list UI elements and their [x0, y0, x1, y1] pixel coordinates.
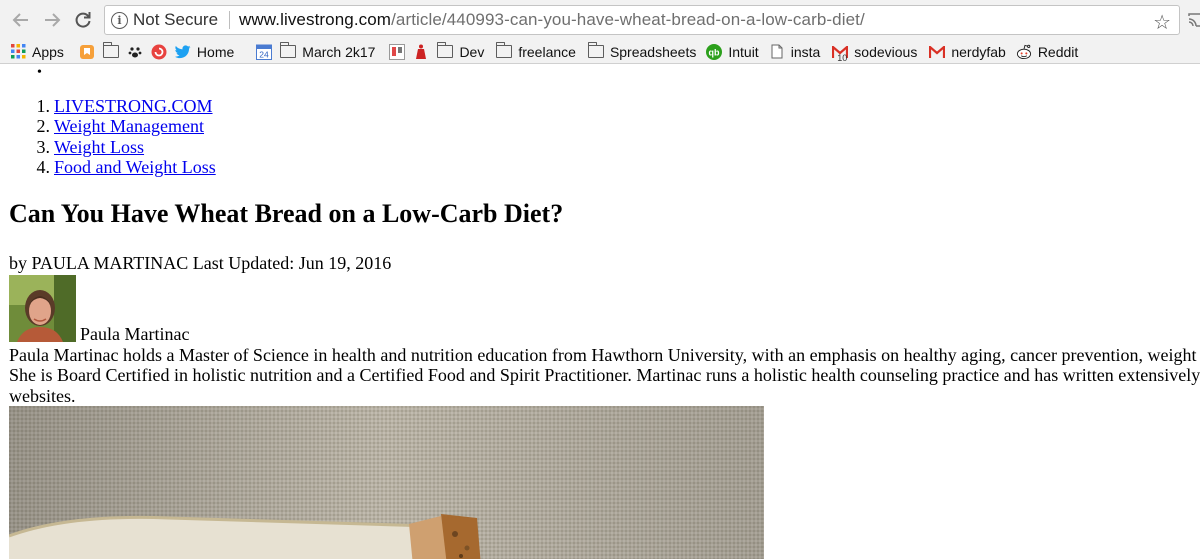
url-host: www.livestrong.com	[239, 10, 392, 29]
trello-icon	[389, 43, 406, 60]
bookmark-label: insta	[790, 43, 821, 60]
folder-icon	[495, 42, 513, 60]
bookmark-intuit[interactable]: qb Intuit	[706, 40, 759, 63]
bookmark-trello[interactable]	[389, 40, 406, 63]
folder-icon	[437, 42, 454, 60]
address-bar[interactable]: i Not Secure www.livestrong.com/article/…	[104, 5, 1180, 35]
security-indicator[interactable]: i Not Secure	[111, 5, 218, 35]
pocket-icon	[151, 44, 167, 60]
author-name: Paula Martinac	[80, 324, 190, 344]
forward-arrow-icon	[45, 13, 61, 27]
gmail-unread-badge: 10	[837, 52, 848, 63]
reddit-icon	[1016, 44, 1032, 60]
page-content: • 1. LIVESTRONG.COM 2. Weight Management 3…	[0, 65, 1200, 559]
svg-text:qb: qb	[709, 47, 720, 57]
bookmark-sodevious[interactable]: 10 sodevious	[832, 40, 918, 63]
folder-icon	[279, 42, 297, 60]
omnibox-divider	[229, 11, 231, 29]
quickbooks-icon: qb	[706, 43, 723, 60]
figure-icon	[413, 44, 429, 60]
bookmark-dev[interactable]: Dev	[437, 40, 485, 63]
apps-grid-icon	[10, 44, 26, 60]
breadcrumb-link-weight-management[interactable]: Weight Management	[54, 116, 204, 136]
bookmark-figure[interactable]	[413, 40, 429, 63]
bookmark-insta[interactable]: insta	[769, 40, 821, 63]
bookmark-reddit[interactable]: Reddit	[1016, 40, 1079, 63]
breadcrumb-number: 2.	[36, 116, 51, 137]
breadcrumb-number: 3.	[36, 136, 51, 157]
forward-button[interactable]	[41, 9, 63, 31]
calendar-icon: 24	[256, 44, 273, 60]
breadcrumb-number: 1.	[36, 96, 51, 116]
bookmark-calendar[interactable]: 24	[256, 40, 273, 63]
article-title: Can You Have Wheat Bread on a Low-Carb D…	[9, 199, 564, 228]
bookmark-march-2k17[interactable]: March 2k17	[279, 40, 376, 63]
back-arrow-icon	[12, 13, 28, 27]
folder-icon	[102, 42, 119, 60]
bookmark-label: sodevious	[854, 43, 918, 60]
gmail-icon: 10	[832, 44, 849, 63]
breadcrumb-number: 4.	[36, 157, 51, 178]
breadcrumb-item: 2. Weight Management	[0, 116, 216, 136]
security-label: Not Secure	[133, 10, 219, 29]
breadcrumb-item: 4. Food and Weight Loss	[0, 157, 216, 177]
bookmark-label: March 2k17	[302, 43, 376, 60]
info-icon: i	[111, 11, 128, 29]
page-icon	[769, 44, 785, 60]
browser-toolbar: i Not Secure www.livestrong.com/article/…	[0, 0, 1200, 40]
article-byline: by PAULA MARTINAC Last Updated: Jun 19, …	[9, 253, 392, 273]
article-hero-image	[9, 406, 764, 559]
bookmarks-bar: Apps Home 24 March 2k17 Dev freelance Sp…	[0, 40, 1200, 64]
author-bio: Paula Martinac holds a Master of Science…	[9, 345, 1200, 406]
bookmark-label: Intuit	[728, 43, 759, 60]
url-path: /article/440993-can-you-have-wheat-bread…	[391, 10, 865, 29]
bookmark-folder-1[interactable]	[102, 40, 119, 63]
url-text[interactable]: www.livestrong.com/article/440993-can-yo…	[239, 10, 865, 30]
bookmark-spreadsheets[interactable]: Spreadsheets	[587, 40, 697, 63]
list-bullet: •	[37, 65, 42, 80]
breadcrumb-item: 1. LIVESTRONG.COM	[0, 96, 216, 116]
bookmark-star-icon[interactable]: ☆	[1153, 10, 1171, 34]
bookmark-freelance[interactable]: freelance	[495, 40, 576, 63]
breadcrumb: 1. LIVESTRONG.COM 2. Weight Management 3. W…	[0, 96, 216, 178]
gmail-icon	[929, 44, 946, 60]
reload-icon	[75, 12, 91, 28]
bookmark-label: Apps	[32, 43, 64, 60]
bookmark-home[interactable]: Home	[174, 40, 235, 63]
breadcrumb-link-weight-loss[interactable]: Weight Loss	[54, 137, 144, 157]
calendar-day: 24	[260, 49, 270, 59]
bookmark-nerdyfab[interactable]: nerdyfab	[929, 40, 1006, 63]
breadcrumb-item: 3. Weight Loss	[0, 137, 216, 157]
twitter-icon	[174, 44, 191, 60]
bookmark-label: nerdyfab	[951, 43, 1006, 60]
bookmark-paw[interactable]	[127, 40, 143, 63]
breadcrumb-link-food-and-weight-loss[interactable]: Food and Weight Loss	[54, 157, 216, 177]
cast-icon[interactable]	[1188, 13, 1200, 27]
bookmark-label: Dev	[459, 43, 485, 60]
bookmark-label: freelance	[518, 43, 576, 60]
back-button[interactable]	[10, 9, 32, 31]
folder-icon	[587, 42, 604, 60]
bookmark-apps[interactable]: Apps	[10, 40, 64, 63]
orange-bookmark-icon	[79, 44, 95, 60]
bookmark-orange[interactable]	[79, 40, 95, 63]
bookmark-label: Home	[196, 43, 235, 60]
paw-icon	[127, 44, 143, 60]
reload-button[interactable]	[72, 9, 94, 31]
bookmark-label: Spreadsheets	[609, 43, 697, 60]
bookmark-label: Reddit	[1037, 43, 1079, 60]
bookmark-pocket[interactable]	[151, 40, 167, 63]
breadcrumb-link-livestrong[interactable]: LIVESTRONG.COM	[54, 96, 213, 116]
author-avatar	[9, 275, 76, 342]
